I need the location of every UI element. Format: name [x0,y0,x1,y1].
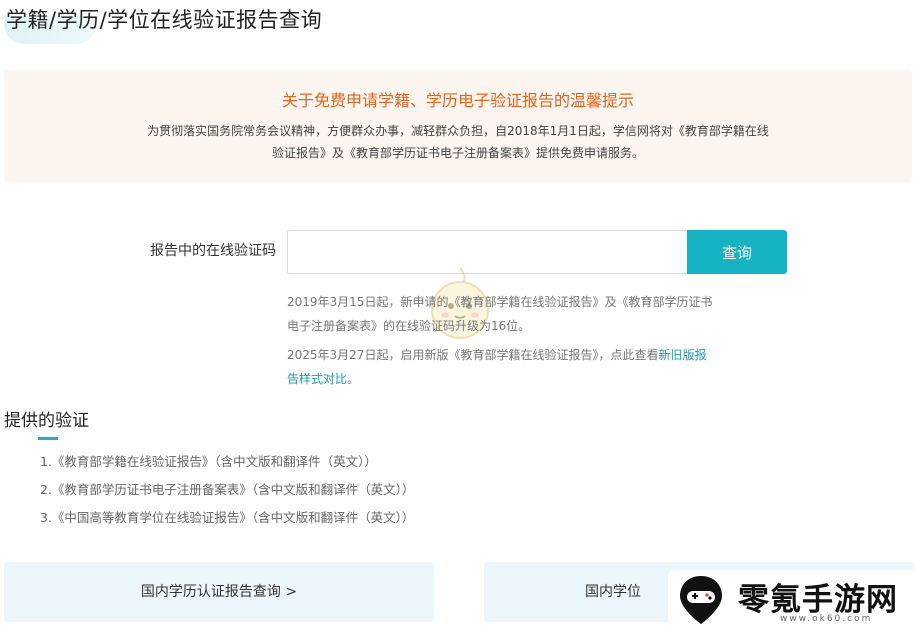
domestic-academic-degree-card-label: 国内学位 [585,584,641,600]
section-title-underline [38,437,58,440]
gamepad-pin-logo-icon [680,576,722,624]
page-title: 学籍/学历/学位在线验证报告查询 [6,8,323,32]
hint2-prefix: 2025年3月27日起，启用新版《教育部学籍在线验证报告》，点此查看 [287,348,659,362]
notice-panel: 关于免费申请学籍、学历电子验证报告的温馨提示 为贯彻落实国务院常务会议精神，方便… [4,70,912,182]
domestic-degree-report-card[interactable]: 国内学历认证报告查询 > [4,562,434,622]
provided-doc-list: 1.《教育部学籍在线验证报告》（含中文版和翻译件（英文）） 2.《教育部学历证书… [40,448,414,532]
notice-line-2: 验证报告》及《教育部学历证书电子注册备案表》提供免费申请服务。 [271,146,644,160]
hint-code-upgrade: 2019年3月15日起，新申请的《教育部学籍在线验证报告》及《教育部学历证书 电… [287,290,797,338]
notice-body: 为贯彻落实国务院常务会议精神，方便群众办事，减轻群众负担，自2018年1月1日起… [84,120,832,164]
notice-title: 关于免费申请学籍、学历电子验证报告的温馨提示 [281,91,634,110]
hint2-suffix: 。 [347,372,360,386]
hint1-line-2: 电子注册备案表》的在线验证码升级为16位。 [287,319,531,333]
version-compare-link-line-1: 新旧版报 [658,348,707,362]
watermark-text: 零氪手游网 [738,582,898,618]
watermark-url: www.ok60.com [780,614,873,624]
version-compare-link-line-2: 告样式对比 [287,372,348,386]
hint-new-version: 2025年3月27日起，启用新版《教育部学籍在线验证报告》，点此查看新旧版报告样… [287,343,797,391]
verify-code-label: 报告中的在线验证码 [150,243,276,259]
list-item: 3.《中国高等教育学位在线验证报告》（含中文版和翻译件（英文）） [40,510,415,525]
hint1-line-1: 2019年3月15日起，新申请的《教育部学籍在线验证报告》及《教育部学历证书 [287,295,713,309]
list-item: 1.《教育部学籍在线验证报告》（含中文版和翻译件（英文）） [40,454,377,469]
page-header: 学籍/学历/学位在线验证报告查询 [0,0,600,46]
site-watermark: 零氪手游网 www.ok60.com [668,570,916,630]
list-item: 2.《教育部学历证书电子注册备案表》（含中文版和翻译件（英文）） [40,482,415,497]
query-button[interactable]: 查询 [687,230,787,274]
notice-line-1: 为贯彻落实国务院常务会议精神，方便群众办事，减轻群众负担，自2018年1月1日起… [147,124,769,138]
provided-section-title: 提供的验证 [4,411,89,431]
